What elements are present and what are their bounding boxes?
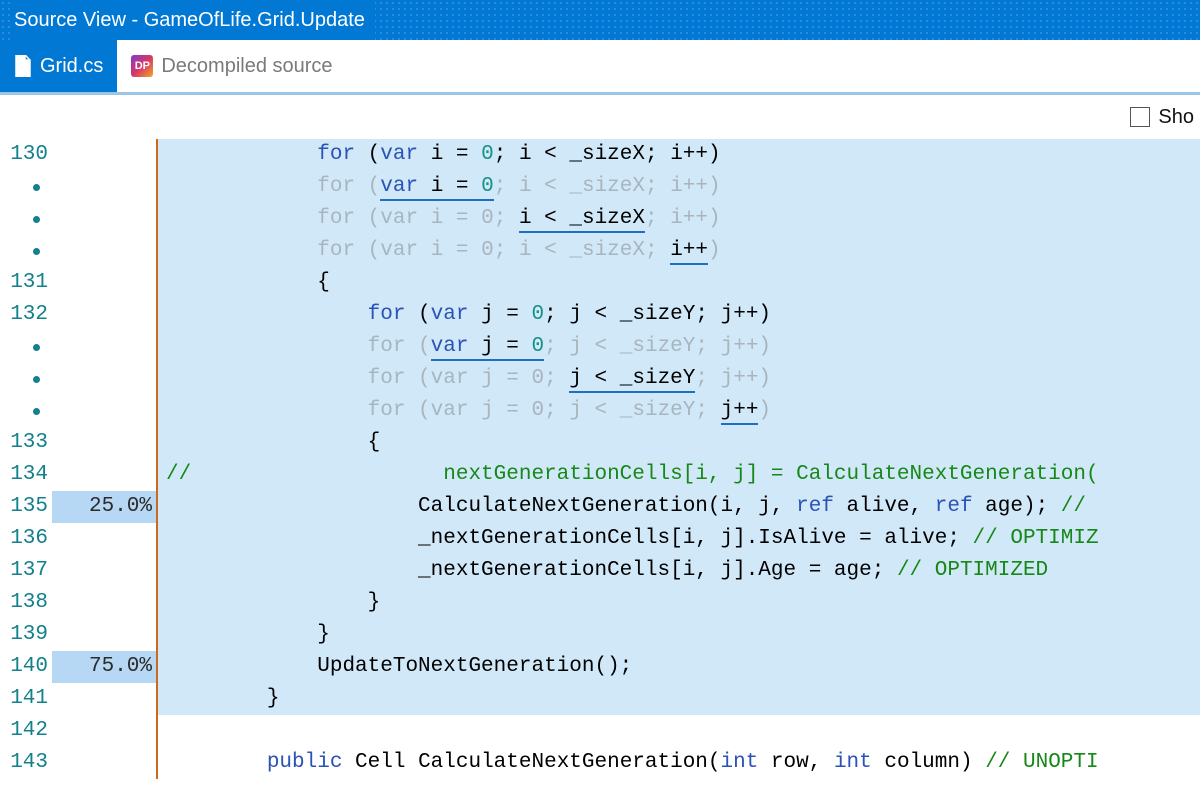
code-line: { bbox=[156, 267, 1200, 299]
code-line: { bbox=[156, 427, 1200, 459]
code-line: for (var j = 0; j < _sizeY; j++) bbox=[156, 299, 1200, 331]
options-row: Sho bbox=[0, 95, 1200, 139]
code-line: for (var i = 0; i < _sizeX; i++) bbox=[156, 203, 1200, 235]
code-line: } bbox=[156, 683, 1200, 715]
line-number: 136 bbox=[0, 523, 48, 555]
code-line: _nextGenerationCells[i, j].Age = age; //… bbox=[156, 555, 1200, 587]
line-number: 137 bbox=[0, 555, 48, 587]
code-line: public Cell CalculateNextGeneration(int … bbox=[156, 747, 1200, 779]
line-number: 143 bbox=[0, 747, 48, 779]
hotspot-column: 25.0% 75.0% bbox=[52, 139, 156, 779]
gutter-bullet bbox=[0, 395, 48, 427]
line-number: 133 bbox=[0, 427, 48, 459]
line-number: 139 bbox=[0, 619, 48, 651]
code-line: for (var i = 0; i < _sizeX; i++) bbox=[156, 235, 1200, 267]
window-titlebar: Source View - GameOfLife.Grid.Update bbox=[0, 0, 1200, 40]
tab-strip: Grid.cs DP Decompiled source bbox=[0, 40, 1200, 95]
hotspot-percent: 25.0% bbox=[52, 491, 156, 523]
code-line: _nextGenerationCells[i, j].IsAlive = ali… bbox=[156, 523, 1200, 555]
line-number: 142 bbox=[0, 715, 48, 747]
code-line bbox=[156, 715, 1200, 747]
code-line: CalculateNextGeneration(i, j, ref alive,… bbox=[156, 491, 1200, 523]
code-area[interactable]: for (var i = 0; i < _sizeX; i++) for (va… bbox=[156, 139, 1200, 779]
line-number: 141 bbox=[0, 683, 48, 715]
show-checkbox-label: Sho bbox=[1158, 106, 1194, 129]
gutter-bullet bbox=[0, 203, 48, 235]
gutter-bullet bbox=[0, 235, 48, 267]
gutter: 130 131 132 133 134 135 136 137 138 139 … bbox=[0, 139, 52, 779]
code-editor[interactable]: 130 131 132 133 134 135 136 137 138 139 … bbox=[0, 139, 1200, 779]
code-line: for (var i = 0; i < _sizeX; i++) bbox=[156, 139, 1200, 171]
code-line: } bbox=[156, 619, 1200, 651]
gutter-bullet bbox=[0, 363, 48, 395]
code-line: // nextGenerationCells[i, j] = Calculate… bbox=[156, 459, 1200, 491]
code-line: for (var j = 0; j < _sizeY; j++) bbox=[156, 331, 1200, 363]
code-line: for (var i = 0; i < _sizeX; i++) bbox=[156, 171, 1200, 203]
line-number: 134 bbox=[0, 459, 48, 491]
gutter-bullet bbox=[0, 171, 48, 203]
line-number: 130 bbox=[0, 139, 48, 171]
tab-source-file[interactable]: Grid.cs bbox=[0, 40, 117, 92]
tab-label: Decompiled source bbox=[161, 55, 332, 78]
show-checkbox[interactable] bbox=[1130, 107, 1150, 127]
csharp-file-icon bbox=[14, 55, 32, 77]
line-number: 132 bbox=[0, 299, 48, 331]
line-number: 135 bbox=[0, 491, 48, 523]
line-number: 138 bbox=[0, 587, 48, 619]
code-line: for (var j = 0; j < _sizeY; j++) bbox=[156, 363, 1200, 395]
tab-decompiled[interactable]: DP Decompiled source bbox=[117, 40, 346, 92]
window-title: Source View - GameOfLife.Grid.Update bbox=[14, 9, 365, 32]
code-line: for (var j = 0; j < _sizeY; j++) bbox=[156, 395, 1200, 427]
hotspot-percent: 75.0% bbox=[52, 651, 156, 683]
tab-label: Grid.cs bbox=[40, 55, 103, 78]
code-line: UpdateToNextGeneration(); bbox=[156, 651, 1200, 683]
gutter-bullet bbox=[0, 331, 48, 363]
line-number: 131 bbox=[0, 267, 48, 299]
code-line: } bbox=[156, 587, 1200, 619]
margin-line bbox=[156, 139, 158, 779]
line-number: 140 bbox=[0, 651, 48, 683]
dotpeek-icon: DP bbox=[131, 55, 153, 77]
